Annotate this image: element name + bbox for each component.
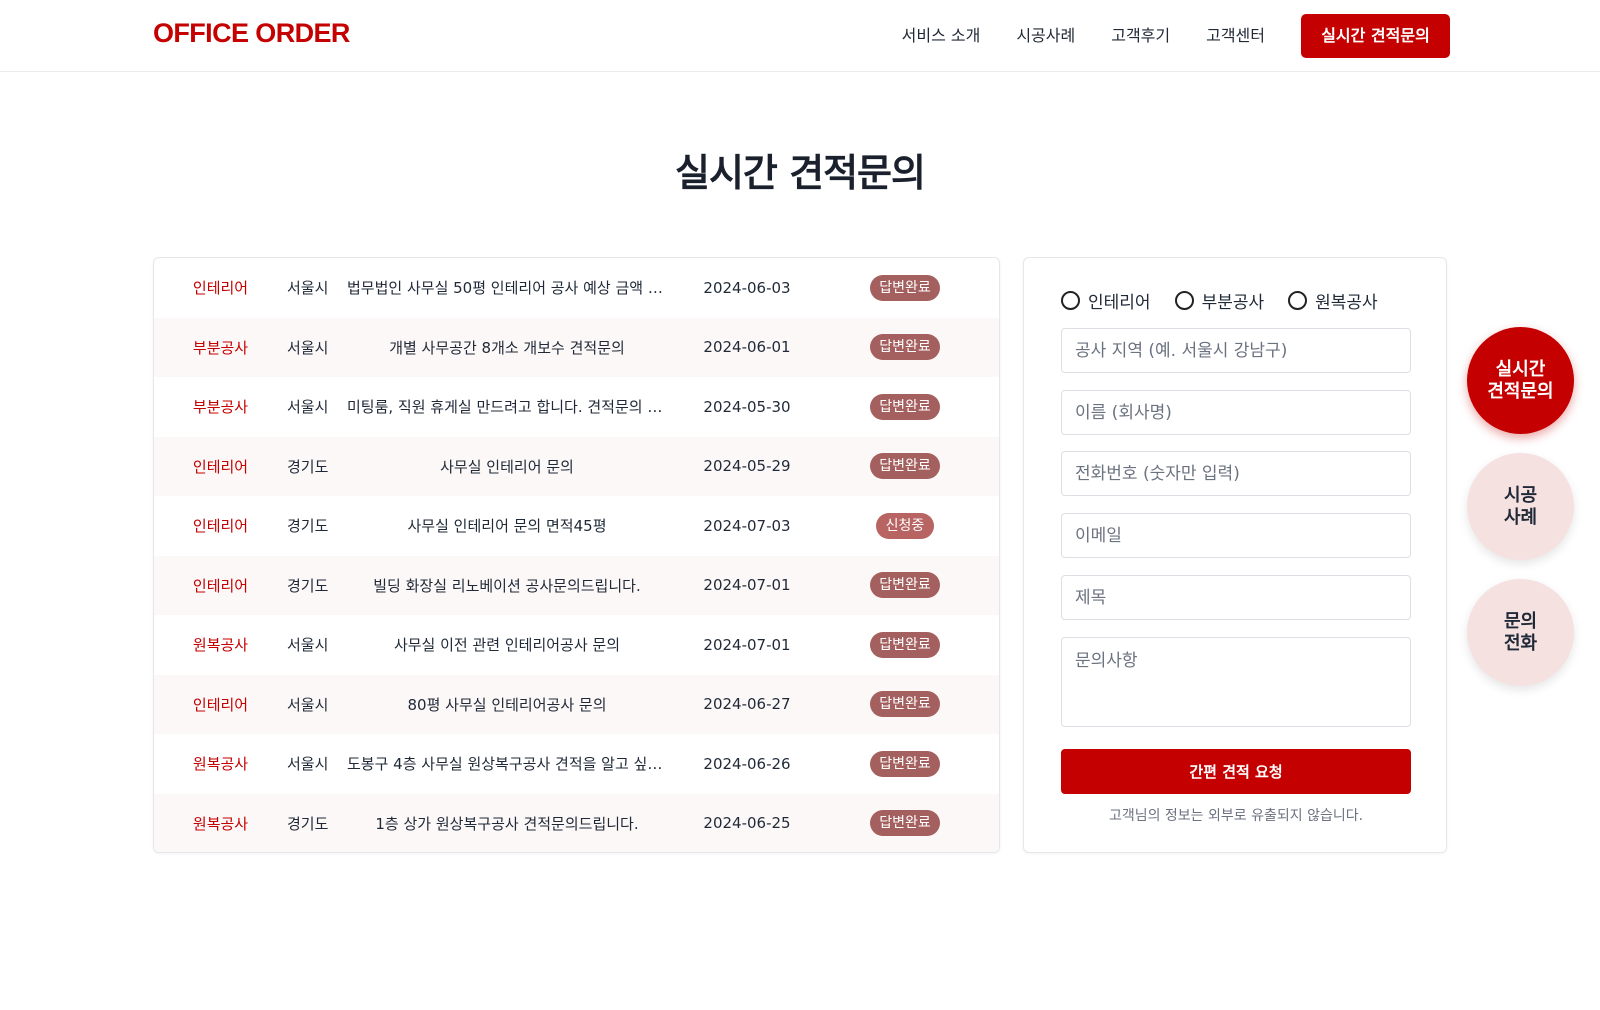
status-badge: 답변완료 bbox=[870, 393, 940, 420]
status-badge: 답변완료 bbox=[870, 274, 940, 301]
item-region: 서울시 bbox=[287, 636, 329, 655]
list-item[interactable]: 원복공사 서울시 사무실 이전 관련 인테리어공사 문의 2024-07-01 … bbox=[154, 615, 999, 675]
item-region: 서울시 bbox=[287, 398, 329, 417]
submit-quote-button[interactable]: 간편 견적 요청 bbox=[1061, 749, 1411, 794]
list-item[interactable]: 인테리어 경기도 사무실 인테리어 문의 면적45평 2024-07-03 신청… bbox=[154, 496, 999, 556]
item-title: 법무법인 사무실 50평 인테리어 공사 예상 금액 견... bbox=[347, 279, 667, 298]
item-region: 서울시 bbox=[287, 755, 329, 774]
item-date: 2024-05-29 bbox=[703, 457, 791, 476]
item-region: 경기도 bbox=[287, 576, 329, 595]
page-title: 실시간 견적문의 bbox=[675, 151, 926, 195]
list-item[interactable]: 인테리어 서울시 법무법인 사무실 50평 인테리어 공사 예상 금액 견...… bbox=[154, 258, 999, 318]
item-title: 사무실 이전 관련 인테리어공사 문의 bbox=[393, 636, 621, 655]
realtime-quote-button[interactable]: 실시간 견적문의 bbox=[1301, 14, 1450, 58]
item-region: 경기도 bbox=[287, 814, 329, 833]
name-input[interactable] bbox=[1061, 390, 1411, 435]
item-date: 2024-06-25 bbox=[703, 814, 791, 833]
item-title: 미팅룸, 직원 휴게실 만드려고 합니다. 견적문의 드... bbox=[347, 398, 667, 417]
status-badge: 답변완료 bbox=[870, 691, 940, 718]
status-badge: 답변완료 bbox=[870, 750, 940, 777]
item-date: 2024-06-27 bbox=[703, 695, 791, 714]
item-date: 2024-07-01 bbox=[703, 635, 791, 654]
status-badge: 답변완료 bbox=[870, 334, 940, 361]
nav-customer-center[interactable]: 고객센터 bbox=[1206, 14, 1265, 58]
radio-circle-icon[interactable] bbox=[1288, 291, 1308, 310]
privacy-note: 고객님의 정보는 외부로 유출되지 않습니다. bbox=[1108, 808, 1364, 824]
fab-label: 사례 bbox=[1503, 506, 1538, 528]
radio-label: 인테리어 bbox=[1088, 293, 1151, 313]
item-title: 도봉구 4층 사무실 원상복구공사 견적을 알고 싶어요 bbox=[347, 755, 667, 774]
item-category: 원복공사 bbox=[192, 814, 249, 833]
email-input[interactable] bbox=[1061, 513, 1411, 558]
item-title: 빌딩 화장실 리노베이션 공사문의드립니다. bbox=[373, 576, 641, 595]
radio-circle-icon[interactable] bbox=[1061, 291, 1080, 310]
list-item[interactable]: 부분공사 서울시 개별 사무공간 8개소 개보수 견적문의 2024-06-01… bbox=[154, 317, 999, 377]
list-item[interactable]: 원복공사 경기도 1층 상가 원상복구공사 견적문의드립니다. 2024-06-… bbox=[154, 793, 999, 852]
item-title: 1층 상가 원상복구공사 견적문의드립니다. bbox=[375, 814, 639, 833]
radio-partial-work[interactable]: 부분공사 bbox=[1174, 288, 1265, 313]
item-category: 부분공사 bbox=[192, 398, 249, 417]
item-title: 사무실 인테리어 문의 bbox=[440, 457, 574, 476]
radio-interior[interactable]: 인테리어 bbox=[1061, 288, 1151, 313]
fab-label: 견적문의 bbox=[1487, 380, 1554, 402]
item-category: 인테리어 bbox=[192, 695, 249, 714]
item-region: 서울시 bbox=[287, 338, 329, 357]
site-header: OFFICE ORDER 서비스 소개 시공사례 고객후기 고객센터 실시간 견… bbox=[0, 0, 1600, 72]
item-category: 원복공사 bbox=[192, 755, 249, 774]
item-category: 부분공사 bbox=[192, 338, 249, 357]
floating-call-button[interactable]: 문의 전화 bbox=[1467, 579, 1574, 686]
item-region: 경기도 bbox=[287, 517, 329, 536]
item-category: 인테리어 bbox=[192, 517, 249, 536]
list-item[interactable]: 원복공사 서울시 도봉구 4층 사무실 원상복구공사 견적을 알고 싶어요 20… bbox=[154, 734, 999, 794]
item-date: 2024-05-30 bbox=[703, 397, 791, 416]
item-region: 경기도 bbox=[287, 457, 329, 476]
phone-input[interactable] bbox=[1061, 451, 1411, 496]
nav-service-intro[interactable]: 서비스 소개 bbox=[902, 14, 981, 58]
logo[interactable]: OFFICE ORDER bbox=[153, 18, 350, 49]
item-category: 인테리어 bbox=[192, 576, 249, 595]
radio-label: 부분공사 bbox=[1201, 293, 1265, 313]
item-category: 원복공사 bbox=[192, 636, 249, 655]
list-item[interactable]: 인테리어 경기도 빌딩 화장실 리노베이션 공사문의드립니다. 2024-07-… bbox=[154, 555, 999, 615]
region-input[interactable] bbox=[1061, 328, 1411, 373]
quote-form: 인테리어 부분공사 원복공사 간편 견적 요청 고객님의 정보는 외부로 유출되… bbox=[1023, 257, 1447, 853]
item-date: 2024-06-01 bbox=[703, 338, 791, 357]
status-badge: 답변완료 bbox=[870, 631, 940, 658]
radio-label: 원복공사 bbox=[1315, 293, 1378, 313]
category-radio-group: 인테리어 부분공사 원복공사 bbox=[1061, 288, 1402, 313]
item-date: 2024-07-03 bbox=[703, 516, 791, 535]
item-date: 2024-07-01 bbox=[703, 576, 791, 595]
item-title: 개별 사무공간 8개소 개보수 견적문의 bbox=[389, 338, 625, 357]
main-nav: 서비스 소개 시공사례 고객후기 고객센터 실시간 견적문의 bbox=[902, 14, 1450, 58]
status-badge: 답변완료 bbox=[870, 453, 940, 480]
inquiry-list: 인테리어 서울시 법무법인 사무실 50평 인테리어 공사 예상 금액 견...… bbox=[153, 257, 1000, 853]
list-item[interactable]: 인테리어 서울시 80평 사무실 인테리어공사 문의 2024-06-27 답변… bbox=[154, 674, 999, 734]
item-category: 인테리어 bbox=[192, 279, 249, 298]
item-category: 인테리어 bbox=[192, 457, 249, 476]
list-item[interactable]: 인테리어 경기도 사무실 인테리어 문의 2024-05-29 답변완료 bbox=[154, 436, 999, 496]
nav-reviews[interactable]: 고객후기 bbox=[1111, 14, 1170, 58]
fab-label: 실시간 bbox=[1495, 358, 1546, 380]
floating-cases-button[interactable]: 시공 사례 bbox=[1467, 453, 1574, 560]
status-badge: 신청중 bbox=[875, 512, 935, 539]
item-date: 2024-06-26 bbox=[703, 754, 791, 773]
item-region: 서울시 bbox=[287, 695, 329, 714]
item-region: 서울시 bbox=[287, 279, 329, 298]
fab-label: 시공 bbox=[1503, 484, 1538, 506]
list-item[interactable]: 부분공사 서울시 미팅룸, 직원 휴게실 만드려고 합니다. 견적문의 드...… bbox=[154, 377, 999, 437]
floating-quote-button[interactable]: 실시간 견적문의 bbox=[1467, 327, 1574, 434]
radio-circle-icon[interactable] bbox=[1174, 291, 1194, 310]
item-date: 2024-06-03 bbox=[703, 278, 791, 297]
fab-label: 문의 bbox=[1503, 610, 1538, 632]
nav-cases[interactable]: 시공사례 bbox=[1016, 14, 1075, 58]
status-badge: 답변완료 bbox=[870, 572, 940, 599]
status-badge: 답변완료 bbox=[870, 810, 940, 837]
subject-input[interactable] bbox=[1061, 575, 1411, 620]
item-title: 80평 사무실 인테리어공사 문의 bbox=[407, 695, 607, 714]
radio-restoration[interactable]: 원복공사 bbox=[1288, 288, 1378, 313]
item-title: 사무실 인테리어 문의 면적45평 bbox=[407, 517, 607, 536]
fab-label: 전화 bbox=[1503, 632, 1538, 654]
message-textarea[interactable] bbox=[1061, 637, 1411, 727]
